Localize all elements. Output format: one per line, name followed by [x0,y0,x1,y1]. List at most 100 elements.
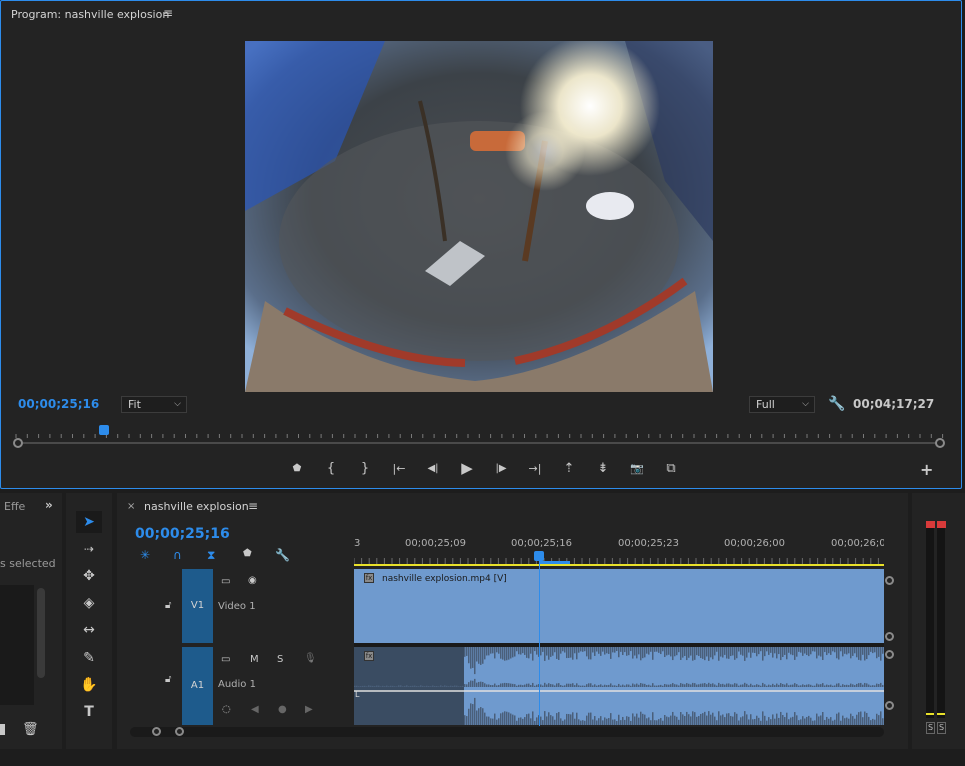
meter-channel-left [926,528,934,718]
zoom-handle-right[interactable] [175,727,184,736]
playhead-timecode[interactable]: 00;00;25;16 [18,397,99,411]
add-marker-button[interactable]: ⬟ [280,463,314,474]
effects-list [0,585,34,705]
solo-right-button[interactable]: S [937,722,946,734]
extract-button[interactable]: ⇟ [586,461,620,476]
play-button[interactable]: ▶ [450,459,484,477]
solo-track-button[interactable]: S [277,654,283,665]
ruler-label: 00;00;25;23 [618,538,680,549]
scrub-in-handle[interactable] [13,438,23,448]
mark-out-button[interactable]: } [348,461,382,476]
razor-tool-icon[interactable]: ◈ [76,592,102,614]
zoom-level-value: Fit [128,398,141,411]
ruler-label: 00;00;26;0 [831,538,884,549]
solo-left-button[interactable]: S [926,722,935,734]
go-to-in-button[interactable]: |← [382,462,416,475]
step-forward-button[interactable]: |▶ [484,463,518,474]
close-icon[interactable]: × [127,501,135,512]
keyframe-options-icon[interactable]: ◌ [222,704,231,715]
render-bar [540,561,570,564]
go-to-out-button[interactable]: →| [518,462,552,475]
panel-menu-icon[interactable]: ≡ [248,499,258,513]
transport-controls: ⬟ { } |← ◀| ▶ |▶ →| ⇡ ⇟ 📷 ⧉ [280,458,688,478]
slip-tool-icon[interactable]: ↔ [76,619,102,641]
track-target-a1[interactable]: A1 [182,647,213,725]
duration-timecode: 00;04;17;27 [853,397,935,411]
mute-track-button[interactable]: M [250,654,259,665]
timeline-settings-wrench-icon[interactable]: 🔧 [275,548,290,562]
sync-lock-icon[interactable]: ▭ [221,654,230,665]
scrub-out-handle[interactable] [935,438,945,448]
program-monitor-title[interactable]: Program: nashville explosion [11,8,169,21]
meter-level-right [937,713,945,715]
program-video-frame [245,41,713,392]
mark-in-button[interactable]: { [314,461,348,476]
zoom-level-select[interactable]: Fit ⌵ [121,396,187,413]
lift-button[interactable]: ⇡ [552,461,586,476]
channel-marker: L [355,690,360,699]
pen-tool-icon[interactable]: ✎ [76,647,102,669]
trash-icon[interactable]: 🗑 [22,722,39,737]
snap-magnet-icon[interactable]: ∩ [173,548,182,562]
new-item-icon[interactable] [0,724,5,735]
comparison-view-button[interactable]: ⧉ [654,461,688,476]
track-lock-icon[interactable]: 🔓︎ [165,674,171,685]
timeline-timecode[interactable]: 00;00;25;16 [135,526,230,542]
tab-effects[interactable]: Effe [4,500,25,513]
effects-scrollbar[interactable] [37,588,45,678]
video-frame-image [245,41,713,392]
selection-status: s selected [0,557,56,570]
playback-resolution-value: Full [756,398,775,411]
track-height-handle[interactable] [885,650,894,659]
zoom-handle-left[interactable] [152,727,161,736]
track-target-v1[interactable]: V1 [182,569,213,643]
next-keyframe-icon[interactable]: ▶ [305,704,313,715]
add-marker-icon[interactable]: ⬟ [243,548,252,559]
export-frame-button[interactable]: 📷 [620,462,654,475]
voice-over-mic-icon[interactable]: 🎙︎ [304,653,317,664]
ruler-label: 3 [354,538,361,549]
previous-keyframe-icon[interactable]: ◀ [251,704,259,715]
hand-tool-icon[interactable]: ✋ [76,674,102,696]
track-height-handle[interactable] [885,576,894,585]
track-select-tool-icon[interactable]: ⇢ [76,538,102,560]
ripple-edit-tool-icon[interactable]: ✥ [76,565,102,587]
playback-resolution-select[interactable]: Full ⌵ [749,396,815,413]
ruler-label: 00;00;26;00 [724,538,786,549]
meter-level-left [926,713,934,715]
track-name-a1[interactable]: Audio 1 [218,679,256,690]
program-playhead[interactable] [99,425,109,435]
track-height-handle[interactable] [885,632,894,641]
panel-menu-icon[interactable]: ≡ [163,6,173,20]
nest-sequence-icon[interactable]: ✳ [140,548,150,562]
track-height-handle[interactable] [885,701,894,710]
program-scrub-bar[interactable] [18,442,940,444]
track-lock-icon[interactable]: 🔓︎ [165,600,171,611]
timeline-horizontal-scrollbar[interactable] [130,727,884,737]
meter-channel-right [937,528,945,718]
peak-indicator-left[interactable] [926,521,935,528]
selection-tool-icon[interactable]: ➤ [76,511,102,533]
track-name-v1[interactable]: Video 1 [218,601,256,612]
chevron-down-icon: ⌵ [174,399,181,409]
timeline-playhead[interactable] [534,551,544,561]
sync-lock-icon[interactable]: ▭ [221,576,230,587]
tab-sequence[interactable]: nashville explosion [144,500,249,513]
work-area-bar[interactable] [354,564,884,566]
overflow-tabs-icon[interactable]: » [45,498,53,512]
settings-wrench-icon[interactable]: 🔧 [828,396,845,412]
video-clip-label: nashville explosion.mp4 [V] [382,574,507,584]
toggle-output-eye-icon[interactable]: ◉ [248,575,257,586]
step-back-button[interactable]: ◀| [416,463,450,474]
type-tool-icon[interactable]: T [76,701,102,723]
chevron-down-icon: ⌵ [802,399,809,409]
audio-waveform [354,647,884,725]
add-keyframe-icon[interactable]: ● [278,704,287,715]
fx-badge-icon: fx [364,573,374,583]
button-editor-add-button[interactable]: + [920,460,933,479]
program-time-ruler[interactable] [14,428,944,438]
linked-selection-icon[interactable]: ⧗ [207,548,215,563]
peak-indicator-right[interactable] [937,521,946,528]
timeline-playhead-line [539,561,540,726]
audio-clip[interactable] [354,647,884,725]
